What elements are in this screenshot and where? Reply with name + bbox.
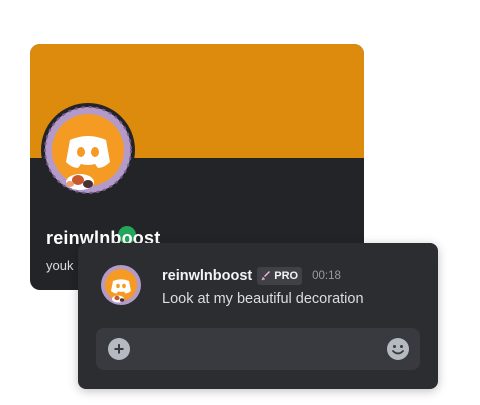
plus-circle-icon[interactable]: + xyxy=(108,338,130,360)
pro-badge: PRO xyxy=(257,267,303,285)
pro-badge-label: PRO xyxy=(274,270,299,282)
message-composer[interactable]: + xyxy=(96,328,420,370)
profile-subtext: youk xyxy=(46,258,74,273)
message-header: reinwlnboost PRO 00:18 xyxy=(162,267,341,285)
message-avatar[interactable] xyxy=(100,264,142,306)
sword-icon xyxy=(261,271,271,281)
profile-avatar[interactable] xyxy=(40,102,136,198)
avatar-decoration-icon xyxy=(101,265,141,305)
message-text: Look at my beautiful decoration xyxy=(162,291,364,307)
message-username[interactable]: reinwlnboost xyxy=(162,268,252,284)
avatar-decoration-icon xyxy=(41,103,135,197)
chat-card: reinwlnboost PRO 00:18 Look at my beauti… xyxy=(78,243,438,389)
message-timestamp: 00:18 xyxy=(312,270,341,282)
stage: reinwlnboost youk reinwlnboost PRO 00:18… xyxy=(0,0,480,405)
smiley-icon[interactable] xyxy=(386,337,410,361)
